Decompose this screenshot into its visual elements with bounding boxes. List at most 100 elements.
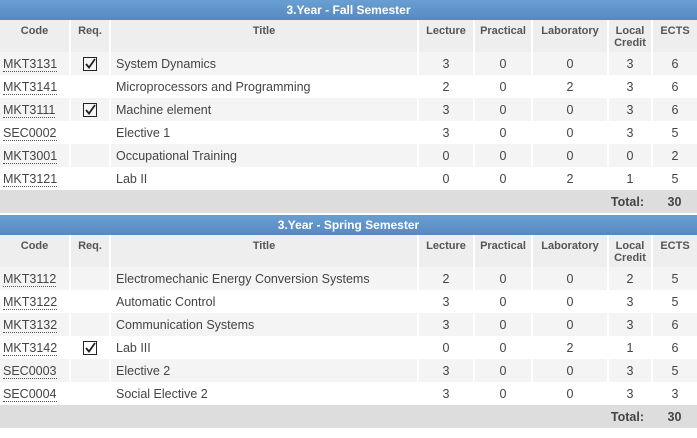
course-lecture: 0	[418, 144, 475, 167]
course-lecture: 3	[418, 121, 475, 144]
course-lecture: 2	[418, 267, 475, 290]
course-lecture: 3	[418, 382, 475, 405]
course-lecture: 3	[418, 98, 475, 121]
course-code-link[interactable]: SEC0003	[3, 363, 57, 379]
course-code-cell: MKT3112	[0, 267, 71, 290]
col-header-lecture[interactable]: Lecture	[418, 20, 475, 52]
col-header-laboratory[interactable]: Laboratory	[532, 235, 609, 267]
course-lecture: 2	[418, 75, 475, 98]
course-practical: 0	[474, 167, 533, 190]
table-row: SEC0003 Elective 230035	[0, 359, 697, 382]
course-code-cell: MKT3121	[0, 167, 71, 190]
col-header-local-credit[interactable]: Local Credit	[608, 20, 653, 52]
semester-title: 3.Year - Spring Semester	[0, 215, 697, 235]
course-code-cell: SEC0004	[0, 382, 71, 405]
col-header-practical[interactable]: Practical	[474, 235, 533, 267]
course-lecture: 3	[418, 52, 475, 75]
course-local-credit: 3	[608, 121, 653, 144]
course-table: Code Req. Title Lecture Practical Labora…	[0, 235, 697, 428]
table-row: MKT3131 System Dynamics 3 0 0 3 6	[0, 52, 697, 75]
course-ects: 2	[652, 144, 697, 167]
required-cell	[70, 290, 111, 313]
course-title: Machine element	[110, 98, 419, 121]
course-ects: 6	[652, 313, 697, 336]
col-header-code[interactable]: Code	[0, 235, 71, 267]
course-local-credit: 3	[608, 313, 653, 336]
course-lecture: 3	[418, 290, 475, 313]
course-laboratory: 2	[532, 75, 609, 98]
col-header-laboratory[interactable]: Laboratory	[532, 20, 609, 52]
course-title: Elective 1	[110, 121, 419, 144]
total-ects-value: 30	[652, 405, 697, 428]
required-cell	[70, 336, 111, 359]
col-header-practical[interactable]: Practical	[474, 20, 533, 52]
course-local-credit: 3	[608, 75, 653, 98]
table-row: MKT3141 Microprocessors and Programming 2 0…	[0, 75, 697, 98]
col-header-title[interactable]: Title	[110, 235, 419, 267]
total-row: Total: 30	[0, 405, 697, 428]
course-code-link[interactable]: MKT3001	[3, 148, 58, 164]
required-cell	[70, 313, 111, 336]
col-header-lecture[interactable]: Lecture	[418, 235, 475, 267]
course-local-credit: 3	[608, 359, 653, 382]
course-laboratory: 0	[532, 313, 609, 336]
table-row: MKT3132 Communication Systems 3 0 0 3 6	[0, 313, 697, 336]
table-row: MKT3142 Lab III 0 0 2 1 6	[0, 336, 697, 359]
course-local-credit: 1	[608, 336, 653, 359]
course-title: Elective 2	[110, 359, 419, 382]
course-code-cell: MKT3142	[0, 336, 71, 359]
course-table: Code Req. Title Lecture Practical Labora…	[0, 20, 697, 213]
col-header-ects[interactable]: ECTS	[652, 20, 697, 52]
course-code-link[interactable]: MKT3111	[3, 102, 56, 118]
col-header-ects[interactable]: ECTS	[652, 235, 697, 267]
table-row: SEC0002 Elective 130035	[0, 121, 697, 144]
total-label: Total:	[0, 405, 652, 428]
course-code-link[interactable]: MKT3142	[3, 340, 58, 356]
course-code-link[interactable]: MKT3131	[3, 56, 58, 72]
course-lecture: 0	[418, 167, 475, 190]
table-row: MKT3111 Machine element 3 0 0 3 6	[0, 98, 697, 121]
course-lecture: 3	[418, 359, 475, 382]
course-laboratory: 0	[532, 98, 609, 121]
course-laboratory: 0	[532, 359, 609, 382]
semester-block: 3.Year - Fall Semester Code Req. Title L…	[0, 0, 697, 213]
course-code-link[interactable]: SEC0002	[3, 125, 57, 141]
course-code-link[interactable]: MKT3141	[3, 79, 58, 95]
course-code-link[interactable]: MKT3132	[3, 317, 58, 333]
table-row: MKT3001 Occupational Training 0 0 0 0 2	[0, 144, 697, 167]
course-code-link[interactable]: MKT3121	[3, 171, 58, 187]
course-code-link[interactable]: MKT3112	[3, 271, 57, 287]
col-header-req[interactable]: Req.	[70, 235, 111, 267]
course-title: Lab II	[110, 167, 419, 190]
course-ects: 5	[652, 290, 697, 313]
required-cell	[70, 167, 111, 190]
course-title: Communication Systems	[110, 313, 419, 336]
col-header-code[interactable]: Code	[0, 20, 71, 52]
required-cell	[70, 267, 111, 290]
course-local-credit: 3	[608, 382, 653, 405]
course-local-credit: 3	[608, 52, 653, 75]
total-ects-value: 30	[652, 190, 697, 213]
course-laboratory: 2	[532, 167, 609, 190]
course-code-link[interactable]: MKT3122	[3, 294, 58, 310]
course-code-cell: MKT3001	[0, 144, 71, 167]
header-row: Code Req. Title Lecture Practical Labora…	[0, 20, 697, 52]
header-row: Code Req. Title Lecture Practical Labora…	[0, 235, 697, 267]
col-header-req[interactable]: Req.	[70, 20, 111, 52]
course-title: Microprocessors and Programming	[110, 75, 419, 98]
semester-title: 3.Year - Fall Semester	[0, 0, 697, 20]
course-title: Electromechanic Energy Conversion System…	[110, 267, 419, 290]
course-laboratory: 0	[532, 144, 609, 167]
course-practical: 0	[474, 359, 533, 382]
col-header-title[interactable]: Title	[110, 20, 419, 52]
course-practical: 0	[474, 52, 533, 75]
course-practical: 0	[474, 267, 533, 290]
course-code-link[interactable]: SEC0004	[3, 386, 57, 402]
course-practical: 0	[474, 290, 533, 313]
course-title: Occupational Training	[110, 144, 419, 167]
required-cell	[70, 359, 111, 382]
table-row: MKT3112 Electromechanic Energy Conversion…	[0, 267, 697, 290]
table-row: MKT3122 Automatic Control 3 0 0 3 5	[0, 290, 697, 313]
col-header-local-credit[interactable]: Local Credit	[608, 235, 653, 267]
course-ects: 6	[652, 98, 697, 121]
